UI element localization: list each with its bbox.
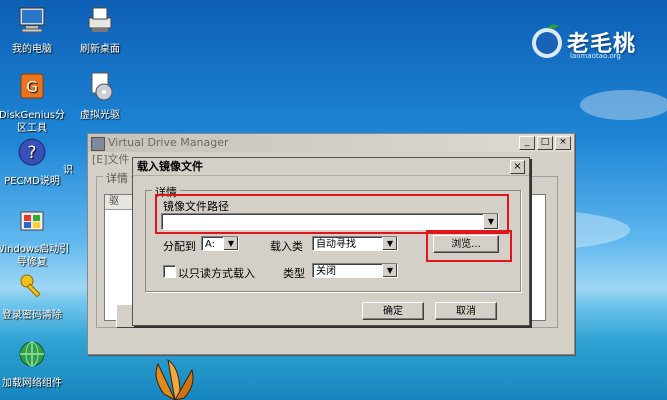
svg-text:?: ? [27,143,36,163]
desktop-icon-label: 虚拟光驱 [80,110,120,121]
assign-drive-select[interactable]: A: ▼ [201,236,239,251]
type-select[interactable]: 关闭 ▼ [312,263,398,278]
desktop-icon-pecmd[interactable]: ? PECMD说明 [0,136,70,188]
desktop-icon-diskgenius[interactable]: G DiskGenius分区工具 [0,70,70,135]
boot-repair-icon [20,211,44,231]
help-icon: ? [18,138,46,166]
refresh-desktop-icon [88,7,112,32]
desktop-icon-label: 识 [63,165,73,176]
window-title: Virtual Drive Manager [108,136,229,149]
assign-label: 分配到 [163,240,196,253]
highlight-browse [426,230,512,262]
cancel-button[interactable]: 取消 [435,302,497,320]
network-globe-icon [19,341,45,367]
desktop-icon-label: 加载网络组件 [2,378,62,389]
window-titlebar[interactable]: Virtual Drive Manager _ □ × [88,134,574,152]
butterfly-decoration [155,358,194,400]
minimize-button[interactable]: _ [519,136,535,150]
desktop-icon-partial[interactable]: 识 [48,164,88,177]
load-type-label: 载入类 [270,240,303,253]
chevron-down-icon[interactable]: ▼ [382,237,397,250]
type-value: 关闭 [316,266,336,277]
desktop-icon-password-clear[interactable]: 登录密码清除 [0,270,70,322]
key-icon [20,274,41,298]
desktop-icon-label: Windows启动引导修复 [0,244,70,268]
svg-text:G: G [26,78,38,96]
desktop-icon-label: 刷新桌面 [80,44,120,55]
desktop-icon-virtual-drive[interactable]: 虚拟光驱 [62,70,138,122]
desktop-icon-windows-boot-repair[interactable]: Windows启动引导修复 [0,204,70,269]
chevron-down-icon[interactable]: ▼ [382,264,397,277]
cloud [580,90,667,120]
readonly-checkbox[interactable] [163,265,176,278]
computer-icon [19,7,45,33]
virtual-drive-icon [91,72,113,101]
desktop-icon-label: 我的电脑 [12,44,52,55]
type-label: 类型 [283,267,305,280]
chevron-down-icon[interactable]: ▼ [223,237,238,250]
details-label: 详情 [103,170,131,186]
ok-button[interactable]: 确定 [362,302,424,320]
assign-drive-value: A: [205,239,216,250]
diskgenius-icon: G [20,73,44,99]
desktop-icon-network[interactable]: 加载网络组件 [0,338,70,390]
logo-url: laomaotao.org [570,52,621,60]
desktop-icon-label: DiskGenius分区工具 [0,110,66,134]
desktop-icon-label: 登录密码清除 [2,310,62,321]
close-button[interactable]: × [555,136,571,150]
load-image-dialog: 载入镜像文件 × 详情 镜像文件路径 ▼ 分配到 A: ▼ 载入类 自动寻找 ▼… [132,157,530,326]
highlight-path [155,194,509,234]
dialog-title[interactable]: 载入镜像文件 [133,158,529,176]
load-type-value: 自动寻找 [316,239,356,250]
load-type-select[interactable]: 自动寻找 ▼ [312,236,398,251]
app-icon [91,137,105,151]
maximize-button[interactable]: □ [537,136,553,150]
desktop-icon-refresh[interactable]: 刷新桌面 [62,4,138,56]
dialog-close-button[interactable]: × [510,160,525,174]
readonly-label: 以只读方式载入 [178,267,255,280]
desktop-icon-my-computer[interactable]: 我的电脑 [0,4,70,56]
